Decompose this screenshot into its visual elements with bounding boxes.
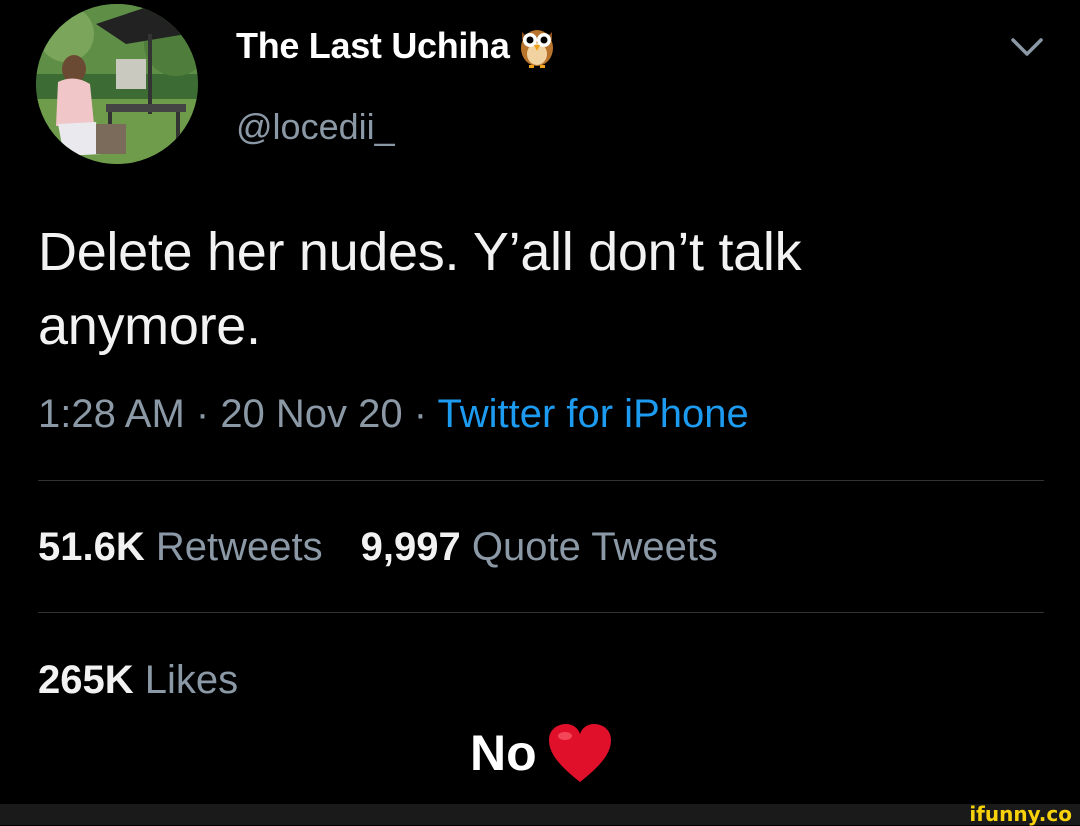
tweet-time: 1:28 AM — [38, 392, 185, 436]
tweet-source-link[interactable]: Twitter for iPhone — [437, 392, 748, 436]
likes-count: 265K — [38, 658, 134, 702]
tweet-text: Delete her nudes. Y’all don’t talk anymo… — [38, 222, 802, 356]
stats-row: 51.6K Retweets 9,997 Quote Tweets — [38, 525, 718, 570]
meta-separator: · — [402, 392, 438, 436]
heart-icon — [547, 722, 613, 784]
footer-bar — [0, 804, 1080, 825]
owl-icon — [518, 24, 556, 68]
quote-tweets-stat[interactable]: 9,997 Quote Tweets — [361, 525, 718, 569]
divider — [38, 480, 1044, 481]
avatar[interactable] — [36, 4, 198, 164]
caption-text: No — [470, 725, 537, 781]
divider — [38, 612, 1044, 613]
watermark-logo: ifunny.co — [969, 802, 1072, 826]
profile-photo — [36, 4, 198, 164]
user-handle[interactable]: @locedii_ — [236, 106, 395, 148]
display-name-text[interactable]: The Last Uchiha — [236, 25, 510, 67]
caption: No — [470, 722, 613, 784]
retweets-count: 51.6K — [38, 525, 145, 569]
likes-stat[interactable]: 265K Likes — [38, 658, 238, 703]
quote-tweets-count: 9,997 — [360, 525, 461, 569]
display-name[interactable]: The Last Uchiha — [236, 24, 556, 68]
tweet-meta: 1:28 AM · 20 Nov 20 · Twitter for iPhone — [38, 392, 749, 437]
tweet-date: 20 Nov 20 — [220, 392, 403, 436]
likes-label: Likes — [144, 658, 239, 702]
meta-separator: · — [184, 392, 221, 436]
chevron-down-icon[interactable] — [1010, 36, 1044, 58]
quote-tweets-label: Quote Tweets — [471, 525, 718, 569]
retweets-label: Retweets — [155, 525, 323, 569]
retweets-stat[interactable]: 51.6K Retweets — [38, 525, 323, 569]
